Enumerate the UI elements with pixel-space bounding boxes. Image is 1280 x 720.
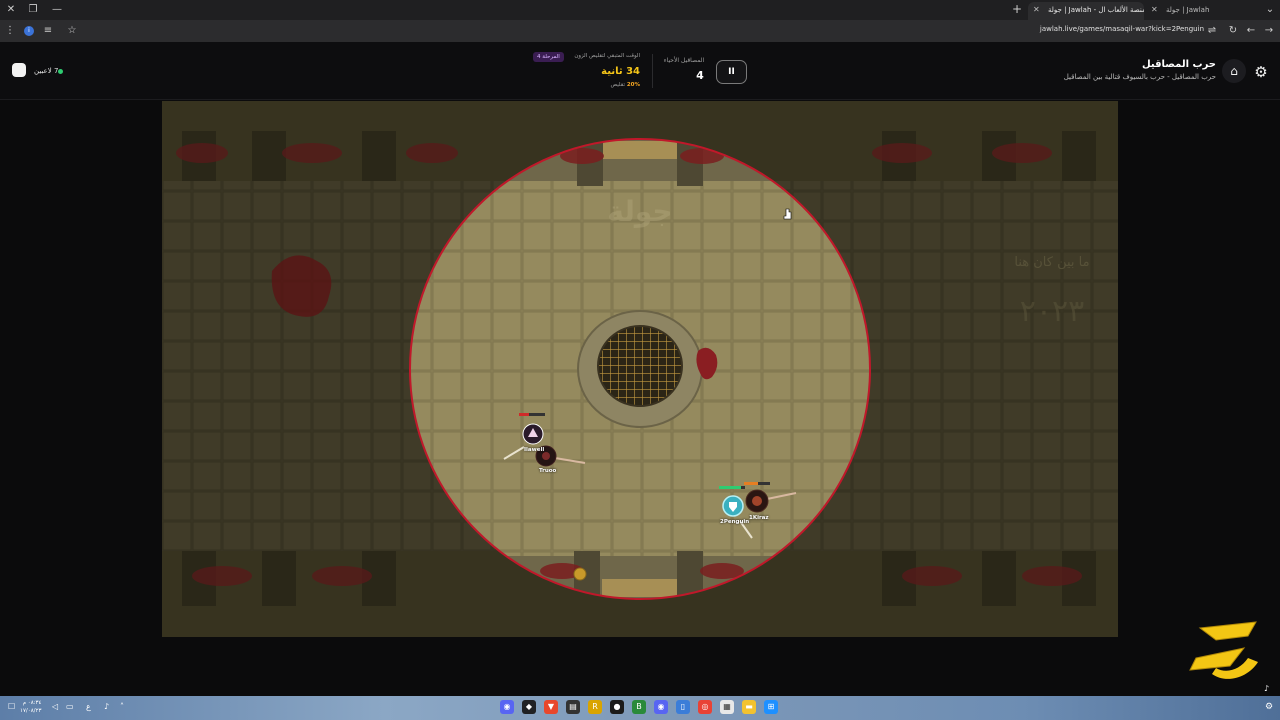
taskbar-clock[interactable]: ٠٨:٣٤ م ١٧/٠٨/٢٣ bbox=[20, 699, 41, 715]
home-icon: ⌂ bbox=[1230, 64, 1238, 78]
start-icon[interactable]: ⊞ bbox=[764, 700, 778, 714]
app-icon[interactable]: ◆ bbox=[522, 700, 536, 714]
home-button[interactable]: ⌂ bbox=[1222, 59, 1246, 83]
jawlah-logo bbox=[1189, 621, 1258, 679]
site-settings-icon[interactable]: ⇌ bbox=[1204, 23, 1220, 39]
browser-tab-2[interactable]: ✕ جولة | Jawlah bbox=[1146, 2, 1254, 20]
reading-list-icon[interactable]: ≡ bbox=[40, 23, 56, 39]
player-name: Truoo bbox=[539, 468, 557, 474]
network-icon[interactable]: ▭ bbox=[66, 702, 74, 711]
tab-close-icon[interactable]: ✕ bbox=[1151, 2, 1158, 18]
divider bbox=[652, 54, 653, 88]
shrink-info: 20% تقليص bbox=[560, 82, 640, 88]
url-field[interactable]: jawlah.live/games/masaqil-war?kick=2Peng… bbox=[1040, 25, 1204, 33]
tab-search-icon[interactable]: ⌄ bbox=[1262, 2, 1278, 18]
wall-watermark: ما بين كان هنا bbox=[1014, 255, 1089, 270]
terminal-icon[interactable]: ▤ bbox=[566, 700, 580, 714]
zone-timer-value: 34 ثانية bbox=[601, 66, 640, 77]
online-status-dot bbox=[58, 69, 63, 74]
stage-badge: المرحلة 4 bbox=[533, 52, 564, 62]
discord-2-icon[interactable]: ◉ bbox=[654, 700, 668, 714]
tab-close-icon[interactable]: ✕ bbox=[1033, 2, 1040, 18]
menu-icon[interactable]: ⋮ bbox=[2, 23, 18, 39]
shrink-label: تقليص bbox=[610, 82, 626, 88]
files-icon[interactable]: R bbox=[588, 700, 602, 714]
shrink-percent: 20% bbox=[626, 82, 640, 88]
game-header: ⚙ ⌂ حرب المصاقيل حرب المصاقيل - حرب بالس… bbox=[0, 42, 1280, 100]
back-icon[interactable]: ← bbox=[1243, 23, 1259, 39]
alive-count: 4 bbox=[696, 69, 704, 82]
browser-tab-1[interactable]: ✕ جولة | Jawlah - منصة الألعاب ال bbox=[1028, 2, 1144, 20]
obs-icon[interactable]: ● bbox=[610, 700, 624, 714]
tab-title: جولة | Jawlah - منصة الألعاب ال bbox=[1048, 6, 1144, 14]
clock-date: ١٧/٠٨/٢٣ bbox=[20, 708, 42, 714]
chrome-icon[interactable]: ◎ bbox=[698, 700, 712, 714]
app-b-icon[interactable]: B bbox=[632, 700, 646, 714]
player-name: 2Penguin bbox=[720, 519, 750, 525]
gear-icon[interactable]: ⚙ bbox=[1251, 62, 1271, 82]
extension-icon[interactable]: i bbox=[24, 26, 34, 36]
tab-title: جولة | Jawlah bbox=[1166, 6, 1210, 14]
microphone-icon[interactable]: ♪ bbox=[104, 702, 109, 711]
player-name: Ilawell bbox=[524, 447, 545, 453]
arena-canvas: جولة ما بين كان هنا ٢٠٢٣ bbox=[162, 101, 1118, 637]
game-title: حرب المصاقيل bbox=[1141, 59, 1216, 70]
brave-icon[interactable]: ▼ bbox=[544, 700, 558, 714]
window-restore-icon[interactable]: ❐ bbox=[25, 2, 41, 18]
document-icon[interactable]: ▯ bbox=[676, 700, 690, 714]
zone-timer-label: الوقت المتبقي لتقليص الزون bbox=[574, 53, 640, 59]
calendar-icon[interactable]: ▦ bbox=[720, 700, 734, 714]
browser-tab-strip: ✕ ❐ — + ✕ جولة | Jawlah - منصة الألعاب ا… bbox=[0, 0, 1280, 20]
mic-overlay-icon[interactable]: ♪ bbox=[1264, 684, 1269, 693]
language-indicator[interactable]: ع bbox=[86, 702, 91, 711]
clock-time: ٠٨:٣٤ م bbox=[22, 700, 42, 706]
window-close-icon[interactable]: ✕ bbox=[3, 2, 19, 18]
notifications-icon[interactable]: ☐ bbox=[8, 702, 15, 711]
reload-icon[interactable]: ↻ bbox=[1225, 23, 1241, 39]
bookmark-star-icon[interactable]: ☆ bbox=[64, 23, 80, 39]
os-taskbar: ☐ ٠٨:٣٤ م ١٧/٠٨/٢٣ ◁ ▭ ع ♪ ˄ ◉ ◆ ▼ ▤ R ●… bbox=[0, 684, 1280, 720]
pause-button[interactable]: II bbox=[716, 60, 747, 84]
chat-icon[interactable] bbox=[12, 63, 26, 77]
settings-corner-icon[interactable]: ⚙ bbox=[1262, 700, 1276, 714]
address-bar: ⋮ i ≡ ☆ jawlah.live/games/masaqil-war?ki… bbox=[0, 20, 1280, 42]
player-name: 1Kiraz bbox=[749, 515, 769, 521]
gold-coin bbox=[573, 567, 587, 581]
forward-icon[interactable]: → bbox=[1261, 23, 1277, 39]
folder-icon[interactable]: ▬ bbox=[742, 700, 756, 714]
alive-label: المصاقيل الأحياء bbox=[663, 57, 705, 64]
players-online: 7 لاعبين bbox=[34, 67, 59, 75]
game-subtitle: حرب المصاقيل - حرب بالسيوف قتالية بين ال… bbox=[1063, 73, 1216, 81]
window-minimize-icon[interactable]: — bbox=[49, 2, 65, 18]
floor-watermark: جولة bbox=[607, 195, 672, 228]
volume-icon[interactable]: ◁ bbox=[52, 702, 58, 711]
game-arena[interactable]: جولة ما بين كان هنا ٢٠٢٣ Ilawell Truoo 2… bbox=[162, 101, 1118, 637]
central-grate bbox=[597, 325, 683, 407]
tray-chevron-icon[interactable]: ˄ bbox=[120, 702, 124, 711]
new-tab-button[interactable]: + bbox=[1010, 2, 1024, 18]
wall-watermark-2: ٢٠٢٣ bbox=[1020, 294, 1084, 329]
discord-icon[interactable]: ◉ bbox=[500, 700, 514, 714]
